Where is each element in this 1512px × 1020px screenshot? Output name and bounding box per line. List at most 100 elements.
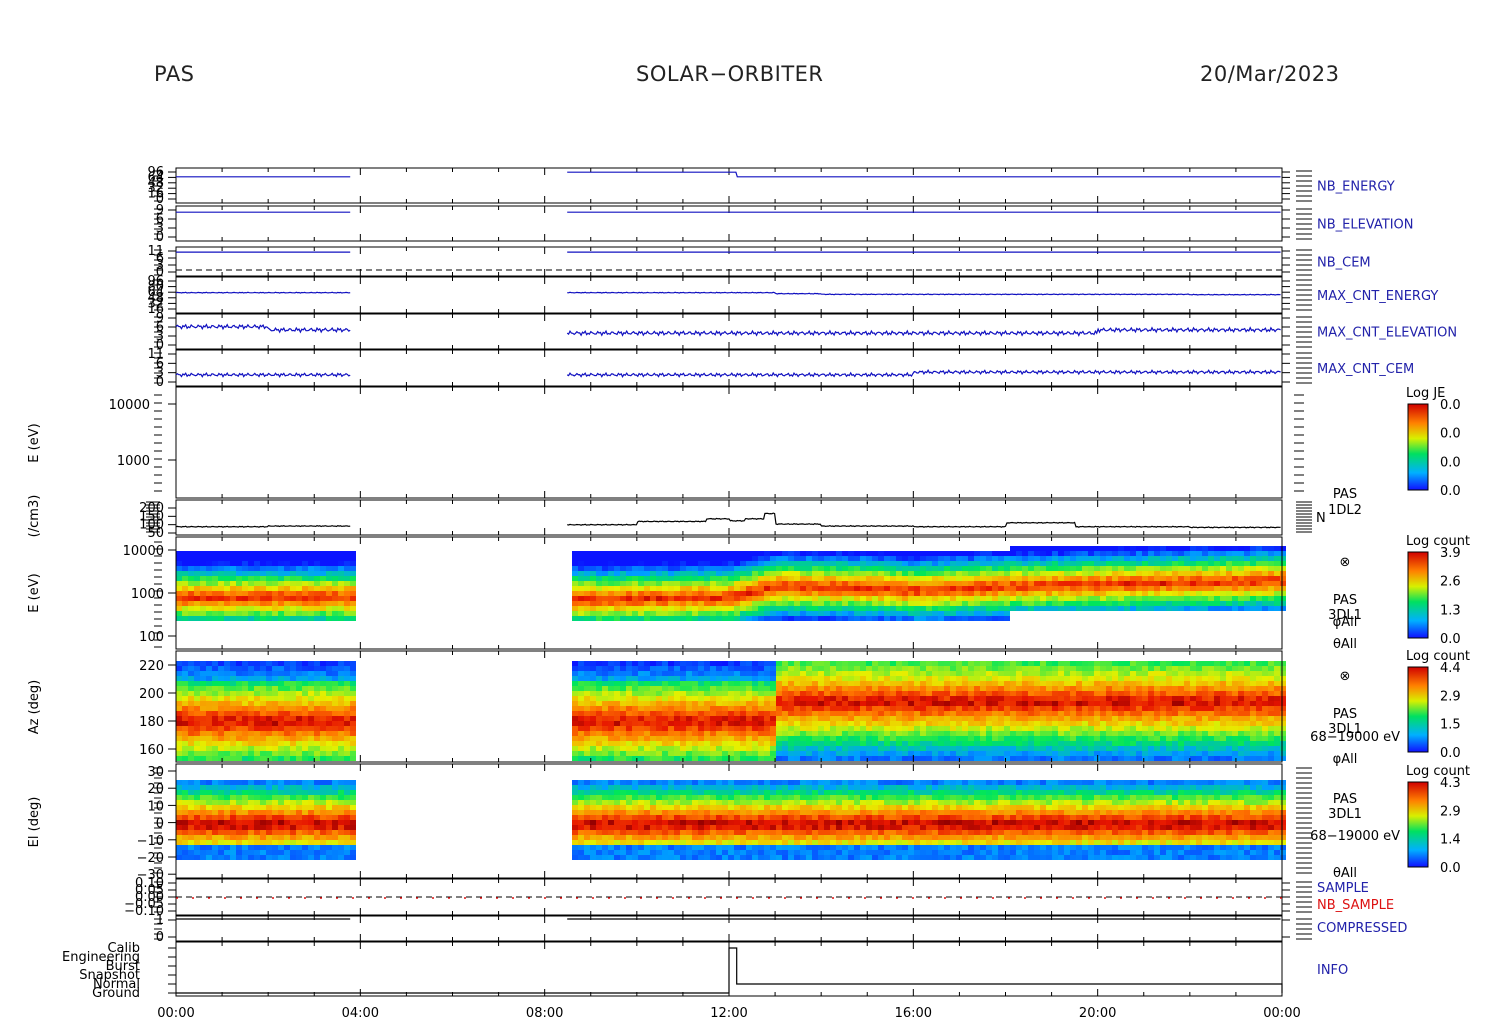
energy_spectrogram-cell — [1178, 546, 1184, 551]
energy_spectrogram-cell — [686, 596, 692, 601]
azimuth_spectrogram-cell — [296, 756, 302, 761]
energy_spectrogram-cell — [1244, 556, 1250, 561]
azimuth_spectrogram-cell — [794, 736, 800, 741]
energy_spectrogram-cell — [950, 596, 956, 601]
energy_spectrogram-cell — [266, 606, 272, 611]
energy_spectrogram-cell — [344, 551, 350, 556]
azimuth_spectrogram-cell — [620, 751, 626, 756]
azimuth_spectrogram-cell — [266, 731, 272, 736]
azimuth_spectrogram-cell — [290, 736, 296, 741]
energy_spectrogram-cell — [1136, 591, 1142, 596]
energy_spectrogram-cell — [800, 586, 806, 591]
azimuth_spectrogram-cell — [662, 671, 668, 676]
energy_spectrogram-cell — [794, 556, 800, 561]
azimuth_spectrogram-cell — [710, 681, 716, 686]
azimuth_spectrogram-cell — [818, 741, 824, 746]
azimuth_spectrogram-cell — [608, 716, 614, 721]
azimuth_spectrogram-cell — [878, 746, 884, 751]
energy_spectrogram-cell — [986, 611, 992, 616]
azimuth_spectrogram-cell — [242, 746, 248, 751]
azimuth_spectrogram-cell — [326, 666, 332, 671]
energy_spectrogram-cell — [680, 596, 686, 601]
energy_spectrogram-cell — [746, 601, 752, 606]
energy_spectrogram-cell — [1202, 586, 1208, 591]
azimuth_spectrogram-cell — [806, 706, 812, 711]
energy_spectrogram-cell — [734, 551, 740, 556]
energy_spectrogram-cell — [620, 616, 626, 621]
azimuth_spectrogram-cell — [632, 691, 638, 696]
azimuth_spectrogram-cell — [968, 716, 974, 721]
energy_spectrogram-cell — [914, 566, 920, 571]
energy_spectrogram-cell — [620, 596, 626, 601]
energy_spectrogram-cell — [896, 616, 902, 621]
azimuth_spectrogram-cell — [860, 681, 866, 686]
energy_spectrogram-cell — [1100, 551, 1106, 556]
azimuth_spectrogram-cell — [182, 716, 188, 721]
energy_spectrogram-cell — [806, 616, 812, 621]
energy_spectrogram-cell — [332, 581, 338, 586]
energy_spectrogram-cell — [1256, 581, 1262, 586]
azimuth_spectrogram-cell — [290, 756, 296, 761]
azimuth_spectrogram-cell — [956, 726, 962, 731]
azimuth_spectrogram-cell — [272, 731, 278, 736]
energy_spectrogram-cell — [1010, 546, 1016, 551]
energy_spectrogram-cell — [1190, 581, 1196, 586]
energy_spectrogram-cell — [266, 556, 272, 561]
azimuth_spectrogram-cell — [674, 706, 680, 711]
azimuth_spectrogram-cell — [1046, 721, 1052, 726]
azimuth_spectrogram-cell — [266, 741, 272, 746]
energy_spectrogram-direction-icon: ⊗ — [1340, 555, 1351, 570]
azimuth_spectrogram-cell — [962, 711, 968, 716]
azimuth_spectrogram-cell — [326, 686, 332, 691]
azimuth_spectrogram-cell — [842, 746, 848, 751]
azimuth_spectrogram-cell — [704, 741, 710, 746]
azimuth_spectrogram-cell — [716, 756, 722, 761]
energy_spectrogram-cell — [1154, 576, 1160, 581]
azimuth_spectrogram-cell — [302, 716, 308, 721]
energy_spectrogram-cell — [332, 576, 338, 581]
energy_spectrogram-cell — [296, 611, 302, 616]
azimuth_spectrogram-cell — [896, 746, 902, 751]
energy_spectrogram-cell — [962, 551, 968, 556]
azimuth_spectrogram-cell — [242, 716, 248, 721]
energy_spectrogram-cell — [740, 606, 746, 611]
energy_spectrogram-cell — [272, 571, 278, 576]
azimuth_spectrogram-cell — [302, 661, 308, 666]
azimuth_spectrogram-cell — [308, 706, 314, 711]
azimuth_spectrogram-cell — [632, 676, 638, 681]
azimuth_spectrogram-cell — [212, 661, 218, 666]
energy_spectrogram-cell — [1178, 581, 1184, 586]
energy_spectrogram-cell — [1208, 551, 1214, 556]
azimuth_spectrogram-cell — [320, 756, 326, 761]
azimuth_spectrogram-cell — [308, 751, 314, 756]
azimuth_spectrogram-cell — [776, 711, 782, 716]
energy_spectrogram-cell — [1088, 601, 1094, 606]
energy_spectrogram-cell — [632, 566, 638, 571]
energy_spectrogram-cell — [1202, 606, 1208, 611]
azimuth_spectrogram-cell — [950, 696, 956, 701]
azimuth_spectrogram-cell — [212, 701, 218, 706]
azimuth_spectrogram-cell — [992, 676, 998, 681]
azimuth_spectrogram-cell — [878, 671, 884, 676]
azimuth_spectrogram-cell — [188, 741, 194, 746]
azimuth_spectrogram-cell — [278, 691, 284, 696]
azimuth_spectrogram-cell — [578, 731, 584, 736]
energy_spectrogram-cell — [830, 616, 836, 621]
energy_spectrogram-cell — [200, 611, 206, 616]
azimuth_spectrogram-cell — [842, 741, 848, 746]
azimuth_spectrogram-cell — [764, 731, 770, 736]
energy_spectrogram-cell — [890, 581, 896, 586]
azimuth_spectrogram-cell — [1016, 661, 1022, 666]
azimuth_spectrogram-cell — [950, 731, 956, 736]
energy_spectrogram-cell — [1088, 581, 1094, 586]
energy_spectrogram-cell — [1214, 561, 1220, 566]
azimuth_spectrogram-cell — [932, 711, 938, 716]
azimuth_spectrogram-cell — [896, 696, 902, 701]
energy_spectrogram-cell — [1064, 576, 1070, 581]
azimuth_spectrogram-cell — [236, 681, 242, 686]
energy_spectrogram-cell — [1166, 561, 1172, 566]
density-ylabel: (/cm3) — [27, 495, 42, 538]
azimuth_spectrogram-cell — [656, 706, 662, 711]
azimuth_spectrogram-cell — [344, 726, 350, 731]
azimuth_spectrogram-cell — [176, 731, 182, 736]
